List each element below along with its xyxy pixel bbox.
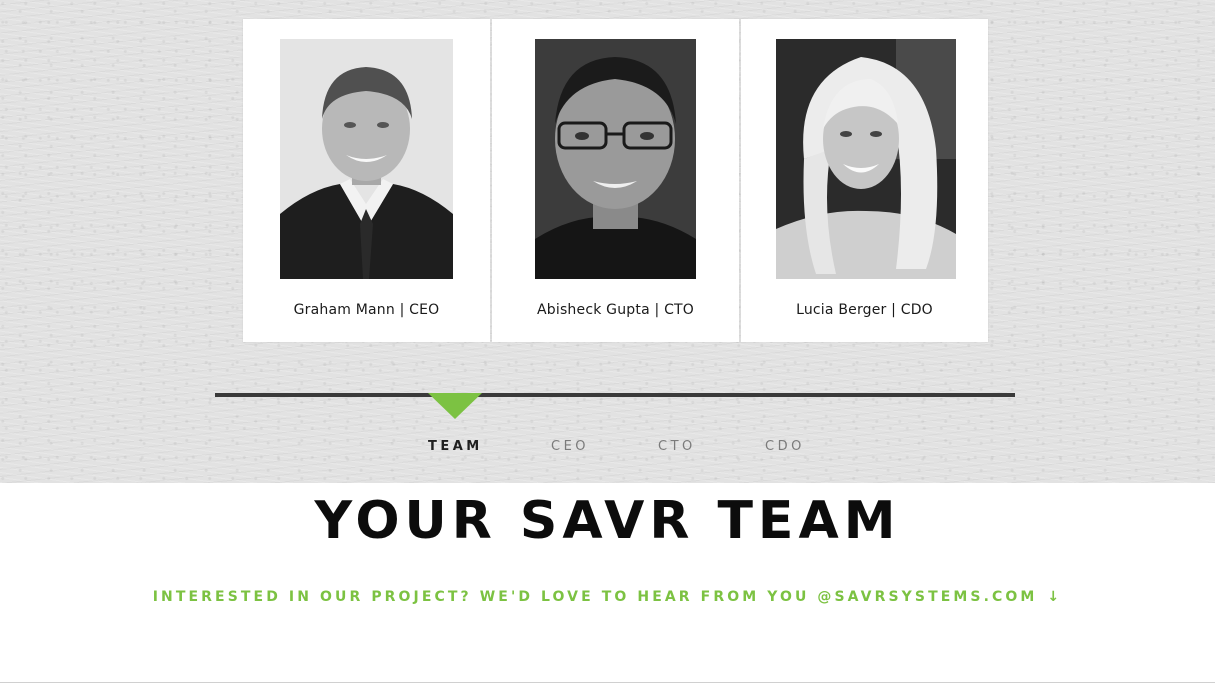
team-photo-abisheck-gupta: [535, 39, 696, 279]
contact-text: INTERESTED IN OUR PROJECT? WE'D LOVE TO …: [152, 589, 1038, 605]
contact-link[interactable]: INTERESTED IN OUR PROJECT? WE'D LOVE TO …: [0, 589, 1215, 605]
team-card-ceo: Graham Mann | CEO: [243, 19, 490, 342]
team-hero-section: Graham Mann | CEO Abisheck Gupta | CTO L…: [0, 0, 1215, 483]
team-member-caption: Lucia Berger | CDO: [796, 302, 933, 318]
team-member-caption: Graham Mann | CEO: [293, 302, 440, 318]
portrait-photo-icon: [776, 39, 956, 279]
team-card-cdo: Lucia Berger | CDO: [741, 19, 988, 342]
tab-cto[interactable]: CTO: [658, 439, 696, 454]
team-member-caption: Abisheck Gupta | CTO: [536, 302, 695, 318]
portrait-photo-icon: [280, 39, 453, 279]
timeline-bar: [215, 393, 1015, 397]
tab-cdo[interactable]: CDO: [765, 439, 805, 454]
team-photo-lucia-berger: [776, 39, 956, 279]
section-title: YOUR SAVR TEAM: [314, 491, 901, 551]
active-tab-pointer-icon: [428, 393, 482, 419]
tab-team[interactable]: TEAM: [428, 439, 483, 454]
page: Graham Mann | CEO Abisheck Gupta | CTO L…: [0, 0, 1215, 684]
arrow-down-icon: ↓: [1047, 589, 1063, 605]
divider: [0, 682, 1215, 683]
portrait-photo-icon: [535, 39, 696, 279]
tab-ceo[interactable]: CEO: [551, 439, 589, 454]
team-photo-graham-mann: [280, 39, 453, 279]
team-card-cto: Abisheck Gupta | CTO: [492, 19, 739, 342]
